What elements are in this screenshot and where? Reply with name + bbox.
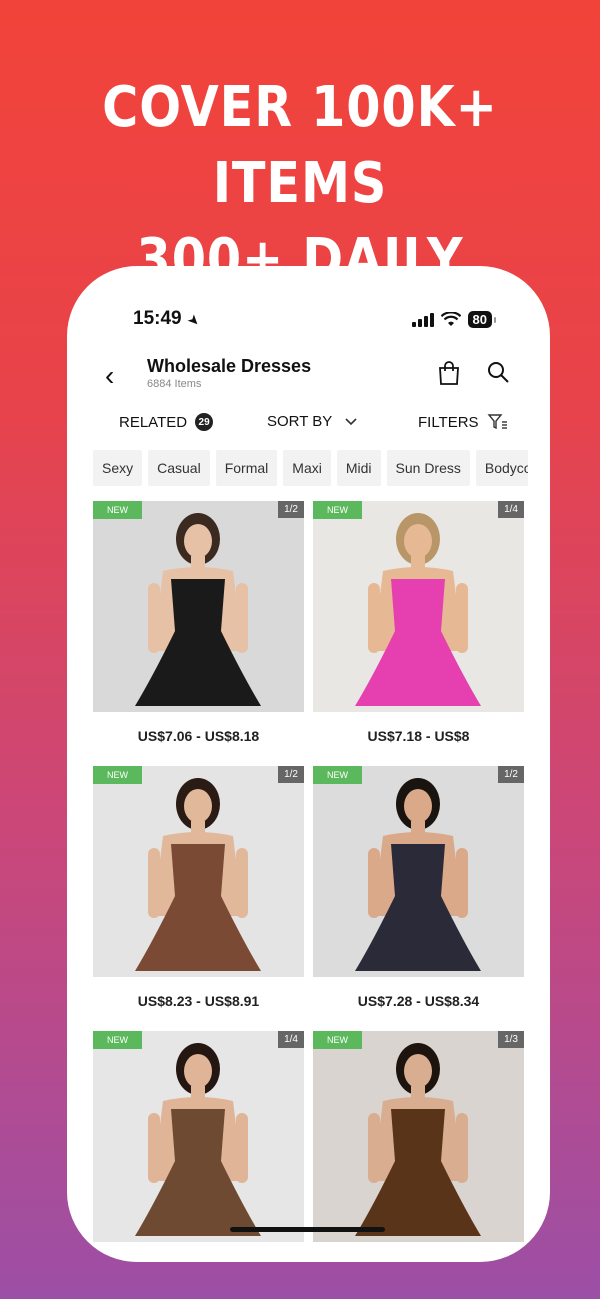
status-time: 15:49	[133, 308, 182, 329]
new-badge: NEW	[93, 766, 142, 784]
product-price: US$7.06 - US$8.18	[137, 728, 260, 744]
product-image-frame[interactable]: NEW 1/4	[93, 1031, 304, 1242]
image-count-badge: 1/3	[498, 1031, 524, 1048]
product-price: US$8.23 - US$8.91	[137, 993, 260, 1009]
cell-signal-icon	[411, 312, 434, 327]
product-card[interactable]: NEW 1/2 US$8.23 - US$8.91	[93, 766, 304, 1009]
product-image-frame[interactable]: NEW 1/4	[313, 501, 524, 712]
new-badge: NEW	[313, 1031, 362, 1049]
related-button[interactable]: RELATED 29	[119, 413, 214, 431]
battery-indicator: 80	[467, 311, 497, 328]
product-image[interactable]	[93, 766, 304, 977]
promo-line-1: COVER 100K+ ITEMS	[102, 75, 498, 216]
image-count-badge: 1/4	[498, 501, 524, 518]
image-count-badge: 1/2	[278, 766, 304, 783]
product-card[interactable]: NEW 1/4	[93, 1031, 304, 1258]
wifi-icon	[440, 312, 461, 326]
filters-label: FILTERS	[418, 413, 479, 431]
home-indicator[interactable]	[230, 1227, 385, 1232]
sort-by-label: SORT BY	[267, 413, 333, 430]
product-price: US$7.18 - US$8	[367, 728, 470, 744]
status-bar: 15:49 ➤ 80	[67, 308, 550, 336]
image-count-badge: 1/4	[278, 1031, 304, 1048]
item-count: 6884 Items	[147, 378, 202, 390]
shopping-bag-icon[interactable]	[437, 360, 461, 386]
product-image-frame[interactable]: NEW 1/2	[93, 501, 304, 712]
product-card[interactable]: NEW 1/4 US$7.18 - US$8	[313, 501, 524, 744]
product-price: US$7.28 - US$8.34	[357, 993, 480, 1009]
chevron-left-icon[interactable]: ‹	[105, 360, 114, 392]
product-card[interactable]: NEW 1/2 US$7.28 - US$8.34	[313, 766, 524, 1009]
product-card[interactable]: NEW 1/2 US$7.06 - US$8.18	[93, 501, 304, 744]
search-icon[interactable]	[486, 360, 510, 384]
filter-bar: RELATED 29 SORT BY FILTERS	[67, 409, 550, 437]
chip-sun-dress[interactable]: Sun Dress	[386, 450, 470, 486]
product-image[interactable]	[313, 1031, 524, 1242]
new-badge: NEW	[313, 501, 362, 519]
filter-icon	[487, 414, 507, 430]
product-image-frame[interactable]: NEW 1/2	[93, 766, 304, 977]
chip-sexy[interactable]: Sexy	[93, 450, 143, 486]
filters-button[interactable]: FILTERS	[418, 413, 509, 431]
image-count-badge: 1/2	[278, 501, 304, 518]
chip-formal[interactable]: Formal	[215, 450, 278, 486]
chevron-down-icon	[345, 417, 357, 425]
new-badge: NEW	[313, 766, 362, 784]
related-count-badge: 29	[195, 413, 214, 431]
image-count-badge: 1/2	[498, 766, 524, 783]
product-image[interactable]	[93, 501, 304, 712]
new-badge: NEW	[93, 1031, 142, 1049]
product-image-frame[interactable]: NEW 1/3	[313, 1031, 524, 1242]
chip-midi[interactable]: Midi	[336, 450, 381, 486]
product-image[interactable]	[313, 766, 524, 977]
new-badge: NEW	[93, 501, 142, 519]
sort-by-button[interactable]: SORT BY	[267, 413, 362, 430]
chip-casual[interactable]: Casual	[148, 450, 210, 486]
phone-frame: 15:49 ➤ 80 ‹ Wholesale Dresses 6884 Item…	[67, 266, 550, 1262]
chip-bodycon[interactable]: Bodycon	[475, 450, 528, 486]
page-title: Wholesale Dresses	[147, 356, 312, 376]
product-image[interactable]	[93, 1031, 304, 1242]
chip-maxi[interactable]: Maxi	[283, 450, 331, 486]
product-card[interactable]: NEW 1/3	[313, 1031, 524, 1258]
location-arrow-icon: ➤	[184, 310, 205, 330]
product-image-frame[interactable]: NEW 1/2	[313, 766, 524, 977]
related-label: RELATED	[119, 413, 188, 431]
nav-header: ‹ Wholesale Dresses 6884 Items	[67, 354, 550, 404]
product-image[interactable]	[313, 501, 524, 712]
category-chips: SexyCasualFormalMaxiMidiSun DressBodycon	[93, 450, 528, 486]
